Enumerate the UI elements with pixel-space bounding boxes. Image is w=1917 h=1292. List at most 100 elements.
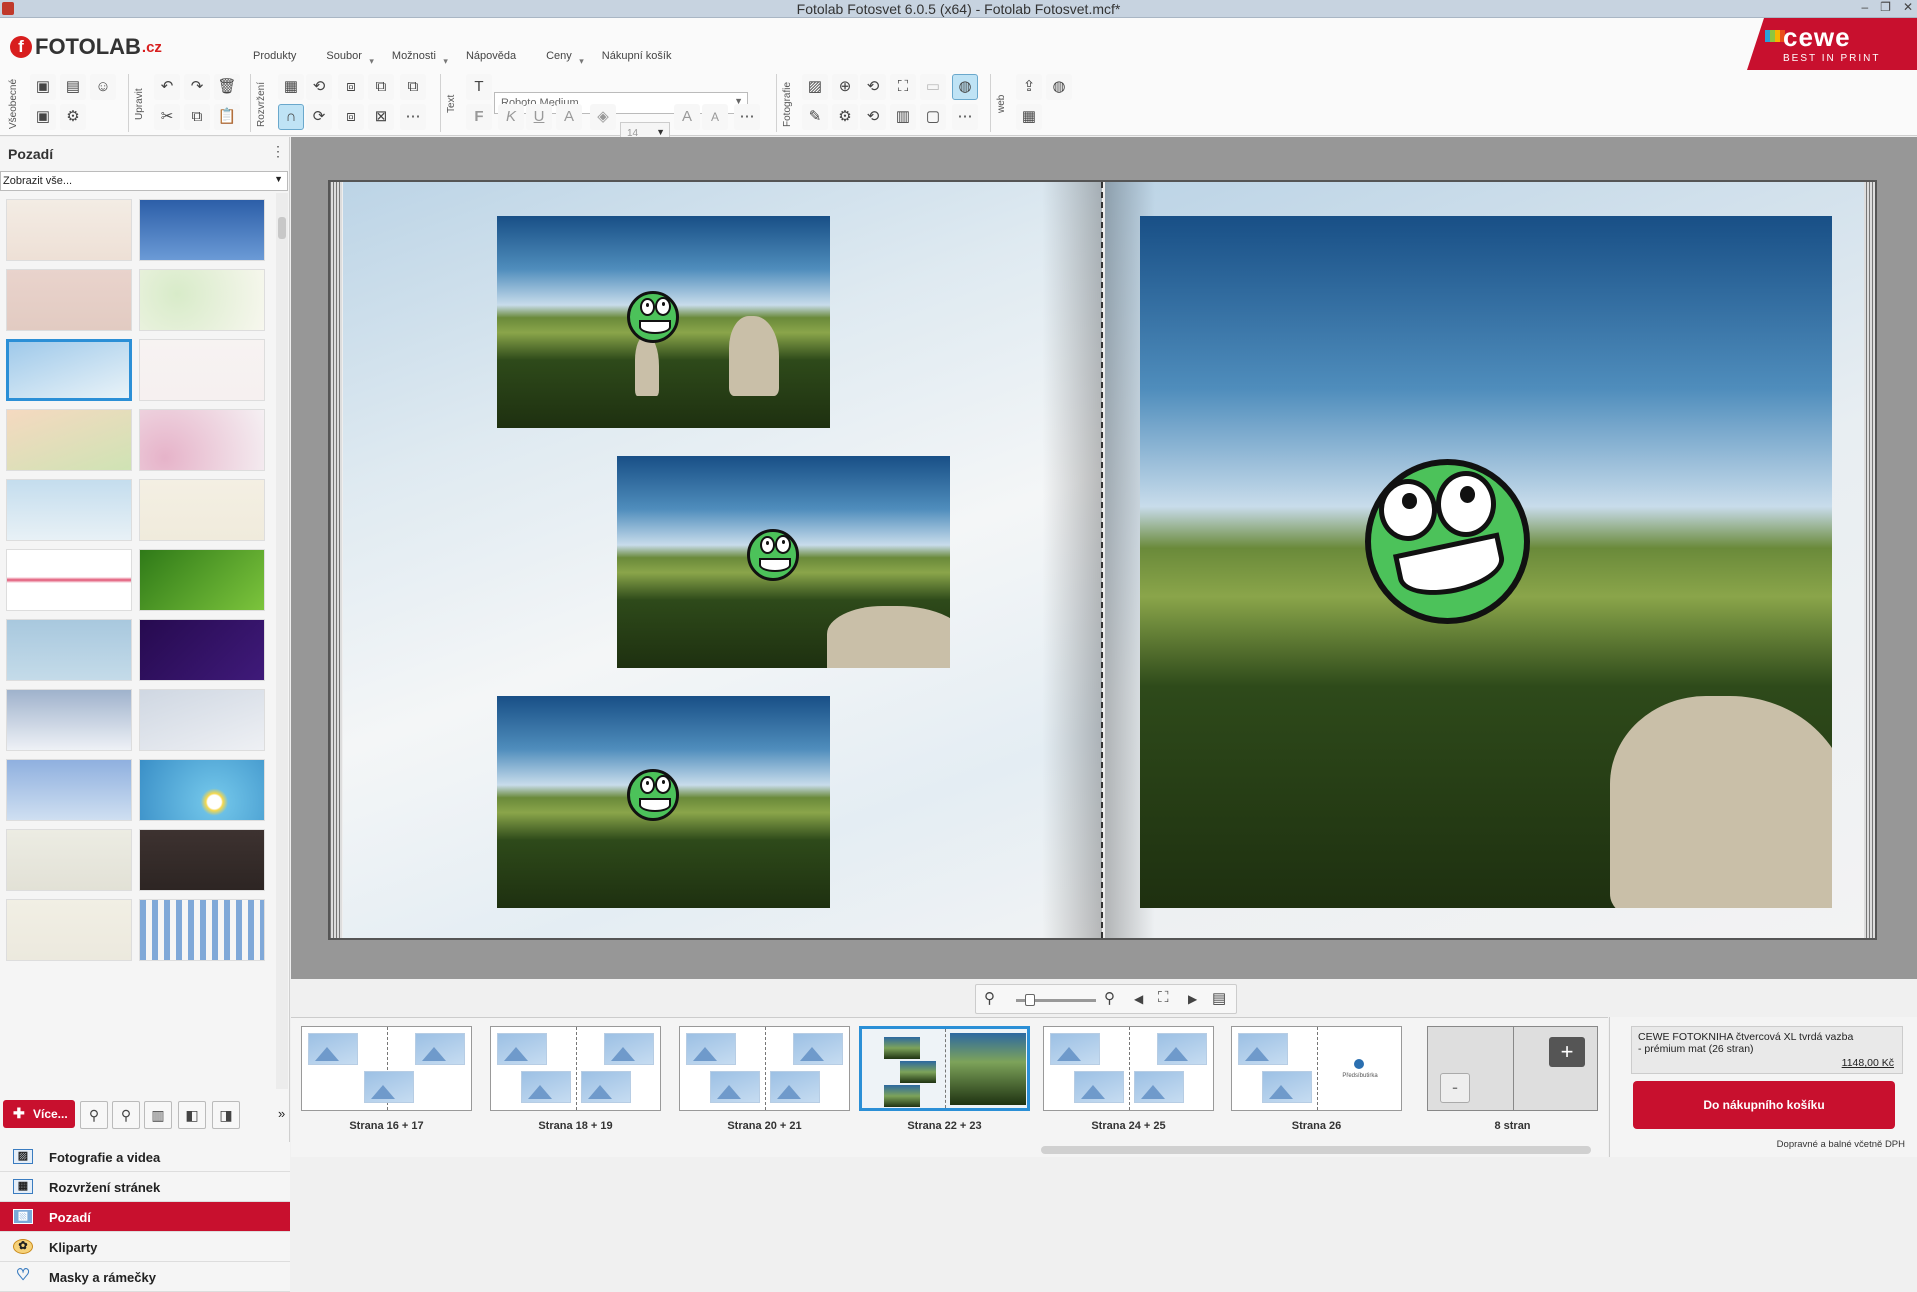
- background-thumbnail[interactable]: [6, 479, 132, 541]
- underline-button[interactable]: U: [526, 104, 552, 130]
- background-thumbnail[interactable]: [6, 759, 132, 821]
- open-icon[interactable]: ▤: [60, 74, 86, 100]
- prev-page-icon[interactable]: ◀: [1134, 992, 1143, 1006]
- fit-screen-icon[interactable]: ⛶: [1158, 989, 1169, 1006]
- sidebar-item-backgrounds[interactable]: ▧ Pozadí: [0, 1202, 290, 1232]
- border-icon[interactable]: ▢: [920, 104, 946, 130]
- rotate-photo-icon[interactable]: ⟲: [860, 74, 886, 100]
- globe-icon[interactable]: ◍: [952, 74, 978, 100]
- magnet-icon[interactable]: ∩: [278, 104, 304, 130]
- undo-icon[interactable]: ↶: [154, 74, 180, 100]
- page-thumb[interactable]: Předsíbutirka Strana 26: [1231, 1026, 1402, 1132]
- background-thumbnail[interactable]: [6, 339, 132, 401]
- delete-icon[interactable]: 🗑: [214, 74, 240, 100]
- more-text-icon[interactable]: ⋯: [734, 104, 760, 130]
- sidebar-item-cliparts[interactable]: ✿ Kliparty: [0, 1232, 290, 1262]
- photo-frame[interactable]: [497, 696, 830, 908]
- remove-frame-icon[interactable]: ⊠: [368, 104, 394, 130]
- remove-pages-button[interactable]: -: [1440, 1073, 1470, 1103]
- smiley-clipart[interactable]: [1365, 459, 1530, 624]
- background-thumbnail[interactable]: [139, 199, 265, 261]
- add-to-cart-button[interactable]: Do nákupního košíku: [1633, 1081, 1895, 1129]
- more-photo-icon[interactable]: ⋯: [952, 104, 978, 130]
- background-thumbnail[interactable]: [139, 619, 265, 681]
- text-box-icon[interactable]: T: [466, 74, 492, 100]
- cart-price[interactable]: 1148,00 Kč: [1842, 1057, 1894, 1069]
- maximize-button[interactable]: ❐: [1880, 0, 1891, 14]
- zoom-photo-icon[interactable]: ⊕: [832, 74, 858, 100]
- text-color-icon[interactable]: A: [556, 104, 582, 130]
- bold-button[interactable]: F: [466, 104, 492, 130]
- rotate-right-icon[interactable]: ⟳: [306, 104, 332, 130]
- zoom-slider-handle[interactable]: [1025, 994, 1035, 1006]
- background-thumbnail[interactable]: [6, 619, 132, 681]
- panel-menu-icon[interactable]: ⋮: [271, 143, 285, 160]
- frame-icon[interactable]: ▥: [890, 104, 916, 130]
- zoom-in-icon[interactable]: ⚲: [1104, 989, 1115, 1007]
- apply-both-pages-icon[interactable]: ▥: [144, 1101, 172, 1129]
- strip-scrollbar[interactable]: [301, 1145, 1601, 1155]
- menu-napoveda[interactable]: Nápověda: [466, 50, 516, 62]
- background-thumbnail[interactable]: [139, 339, 265, 401]
- background-thumbnail[interactable]: [139, 899, 265, 961]
- shadow-icon[interactable]: ▭: [920, 74, 946, 100]
- photo-frame[interactable]: [497, 216, 830, 428]
- photo-frame[interactable]: [617, 456, 950, 668]
- background-thumbnail[interactable]: [139, 689, 265, 751]
- font-shrink-icon[interactable]: A: [702, 104, 728, 130]
- smiley-clipart[interactable]: [747, 529, 799, 581]
- web-share-icon[interactable]: ⇪: [1016, 74, 1042, 100]
- crop-icon[interactable]: ⛶: [890, 74, 916, 100]
- sidebar-item-layouts[interactable]: ▦ Rozvržení stránek: [0, 1172, 290, 1202]
- copy-icon[interactable]: ⧉: [184, 104, 210, 130]
- scrollbar-thumb[interactable]: [278, 217, 286, 239]
- menu-moznosti[interactable]: Možnosti: [392, 50, 448, 67]
- minimize-button[interactable]: –: [1861, 0, 1868, 14]
- background-thumbnail[interactable]: [139, 409, 265, 471]
- sidebar-item-masks[interactable]: ♡ Masky a rámečky: [0, 1262, 290, 1292]
- align-icon[interactable]: ⧈: [338, 104, 364, 130]
- paste-icon[interactable]: 📋: [214, 104, 240, 130]
- apply-left-page-icon[interactable]: ◧: [178, 1101, 206, 1129]
- next-page-icon[interactable]: ▶: [1188, 992, 1197, 1006]
- photo-settings-icon[interactable]: ⚙: [832, 104, 858, 130]
- photo-frame[interactable]: [1140, 216, 1832, 908]
- zoom-out-icon[interactable]: ⚲: [80, 1101, 108, 1129]
- menu-nakupni-kosik[interactable]: Nákupní košík: [602, 50, 672, 62]
- background-thumbnail[interactable]: [6, 899, 132, 961]
- page-thumb[interactable]: Strana 20 + 21: [679, 1026, 850, 1132]
- filter-select[interactable]: Zobrazit vše... ▼: [0, 171, 288, 191]
- gallery-scrollbar[interactable]: [276, 193, 288, 1089]
- world-icon[interactable]: ◍: [1046, 74, 1072, 100]
- settings-icon[interactable]: ⚙: [60, 104, 86, 130]
- user-icon[interactable]: ☺: [90, 74, 116, 100]
- zoom-in-icon[interactable]: ⚲: [112, 1101, 140, 1129]
- add-pages-button[interactable]: +: [1549, 1037, 1585, 1067]
- background-thumbnail[interactable]: [6, 199, 132, 261]
- italic-button[interactable]: K: [498, 104, 524, 130]
- cut-icon[interactable]: ✂: [154, 104, 180, 130]
- background-thumbnail[interactable]: [6, 549, 132, 611]
- background-thumbnail[interactable]: [6, 269, 132, 331]
- background-thumbnail[interactable]: [6, 409, 132, 471]
- background-thumbnail[interactable]: [6, 829, 132, 891]
- web-map-icon[interactable]: ▦: [1016, 104, 1042, 130]
- background-thumbnail[interactable]: [139, 549, 265, 611]
- menu-produkty[interactable]: Produkty: [253, 50, 296, 62]
- menu-soubor[interactable]: Soubor: [326, 50, 374, 67]
- font-grow-icon[interactable]: A: [674, 104, 700, 130]
- background-thumbnail[interactable]: [139, 269, 265, 331]
- send-back-icon[interactable]: ⧉: [400, 74, 426, 100]
- save-as-icon[interactable]: ▣: [30, 104, 56, 130]
- more-layout-icon[interactable]: ⋯: [400, 104, 426, 130]
- smiley-clipart[interactable]: [627, 291, 679, 343]
- flip-icon[interactable]: ⟲: [860, 104, 886, 130]
- add-pages-thumb[interactable]: + - 8 stran: [1427, 1026, 1598, 1132]
- edit-photo-icon[interactable]: ✎: [802, 104, 828, 130]
- smiley-clipart[interactable]: [627, 769, 679, 821]
- left-page[interactable]: [343, 182, 1102, 938]
- save-icon[interactable]: ▣: [30, 74, 56, 100]
- scrollbar-thumb[interactable]: [1041, 1146, 1591, 1154]
- background-thumbnail[interactable]: [139, 479, 265, 541]
- background-thumbnail[interactable]: [139, 829, 265, 891]
